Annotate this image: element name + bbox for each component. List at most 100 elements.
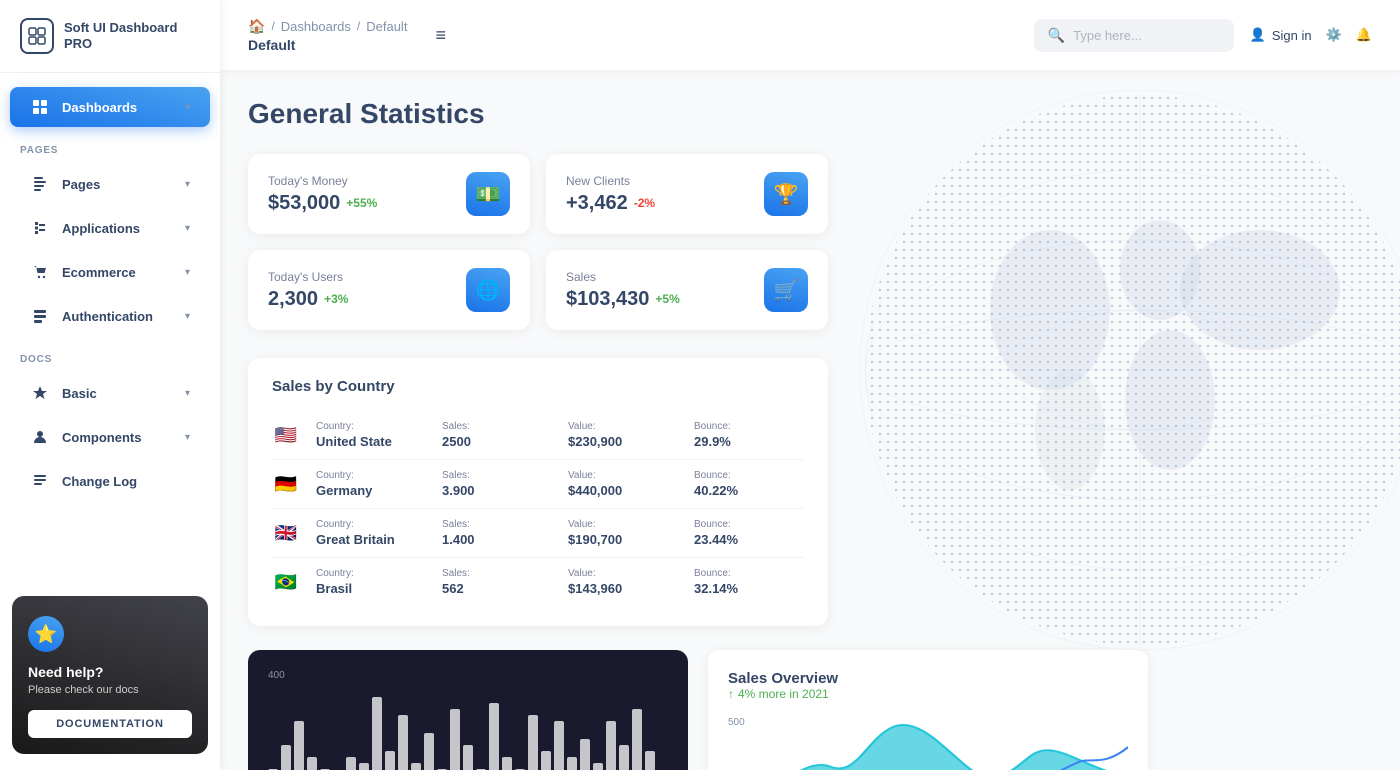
- breadcrumb-current-top: Default: [366, 19, 407, 34]
- charts-row: 400 200 0 Sales Overview ↑ 4% more in 20…: [248, 650, 1148, 770]
- globe-decoration: [780, 70, 1400, 720]
- sidebar-item-ecommerce-label: Ecommerce: [62, 265, 173, 280]
- notifications-button[interactable]: 🔔: [1356, 27, 1372, 43]
- bar-chart-bar: [567, 757, 577, 770]
- sales-country-title: Sales by Country: [272, 378, 804, 395]
- search-input[interactable]: [1073, 28, 1220, 43]
- stat-clients-value: +3,462 -2%: [566, 192, 655, 215]
- country-col-bounce-gb: Bounce: 23.44%: [694, 519, 804, 547]
- main-area: 🏠 / Dashboards / Default Default ≡ 🔍 👤 S…: [220, 0, 1400, 770]
- header: 🏠 / Dashboards / Default Default ≡ 🔍 👤 S…: [220, 0, 1400, 70]
- sales-overview-title: Sales Overview: [728, 670, 1128, 687]
- line-chart-svg-area: [757, 717, 1128, 770]
- stat-users-label: Today's Users: [268, 270, 348, 284]
- applications-arrow: ▾: [185, 223, 190, 234]
- basic-icon: [30, 383, 50, 403]
- country-col-value-de: Value: $440,000: [568, 470, 678, 498]
- sidebar-item-changelog[interactable]: Change Log: [10, 461, 210, 501]
- pages-icon: [30, 174, 50, 194]
- settings-button[interactable]: ⚙️: [1326, 27, 1342, 43]
- changelog-icon: [30, 471, 50, 491]
- breadcrumb-dashboards[interactable]: Dashboards: [281, 19, 351, 34]
- help-subtitle: Please check our docs: [28, 684, 192, 696]
- ecommerce-arrow: ▾: [185, 267, 190, 278]
- sidebar-item-applications-label: Applications: [62, 221, 173, 236]
- sidebar-item-authentication[interactable]: Authentication ▾: [10, 296, 210, 336]
- components-icon: [30, 427, 50, 447]
- search-icon: 🔍: [1048, 27, 1065, 44]
- stat-sales-label: Sales: [566, 270, 680, 284]
- sidebar-item-basic[interactable]: Basic ▾: [10, 373, 210, 413]
- stat-card-users: Today's Users 2,300 +3% 🌐: [248, 250, 530, 330]
- bar-chart-bar: [541, 751, 551, 770]
- sidebar: Soft UI Dashboard PRO Dashboards ▾ Pages…: [0, 0, 220, 770]
- country-col-sales-us: Sales: 2500: [442, 421, 552, 449]
- components-arrow: ▾: [185, 432, 190, 443]
- bar-chart-bar: [398, 715, 408, 770]
- breadcrumb: 🏠 / Dashboards / Default: [248, 18, 407, 35]
- bar-chart-bar: [632, 709, 642, 770]
- stat-clients-label: New Clients: [566, 174, 655, 188]
- sidebar-section-docs: Docs: [0, 338, 220, 371]
- sales-by-country-card: Sales by Country 🇺🇸 Country: United Stat…: [248, 358, 828, 626]
- country-col-sales-br: Sales: 562: [442, 568, 552, 596]
- bar-chart-bar: [411, 763, 421, 770]
- country-col-value-us: Value: $230,900: [568, 421, 678, 449]
- sidebar-item-basic-label: Basic: [62, 386, 173, 401]
- country-col-country-br: Country: Brasil: [316, 568, 426, 596]
- authentication-arrow: ▾: [185, 311, 190, 322]
- bar-chart-bar: [645, 751, 655, 770]
- de-flag: 🇩🇪: [272, 474, 300, 494]
- stat-card-money: Today's Money $53,000 +55% 💵: [248, 154, 530, 234]
- us-flag: 🇺🇸: [272, 425, 300, 445]
- pages-arrow: ▾: [185, 179, 190, 190]
- bar-chart-bar: [463, 745, 473, 770]
- search-box: 🔍: [1034, 19, 1234, 52]
- trend-up-icon: ↑: [728, 687, 734, 701]
- sidebar-item-components[interactable]: Components ▾: [10, 417, 210, 457]
- country-row-br: 🇧🇷 Country: Brasil Sales: 562 Value: $14…: [272, 558, 804, 606]
- user-icon: 👤: [1250, 27, 1266, 43]
- stat-money-label: Today's Money: [268, 174, 377, 188]
- stat-clients-change: -2%: [634, 196, 655, 210]
- country-col-sales-gb: Sales: 1.400: [442, 519, 552, 547]
- bar-chart-bar: [593, 763, 603, 770]
- sidebar-item-applications[interactable]: Applications ▾: [10, 208, 210, 248]
- sidebar-item-pages-label: Pages: [62, 177, 173, 192]
- sidebar-item-ecommerce[interactable]: Ecommerce ▾: [10, 252, 210, 292]
- br-flag: 🇧🇷: [272, 572, 300, 592]
- sidebar-section-pages: Pages: [0, 129, 220, 162]
- sidebar-item-pages[interactable]: Pages ▾: [10, 164, 210, 204]
- bar-chart-bars: [268, 691, 668, 770]
- content-area: General Statistics Today's Money $53,000…: [220, 70, 1400, 770]
- bar-chart-bar: [606, 721, 616, 770]
- settings-icon: ⚙️: [1326, 27, 1342, 43]
- breadcrumb-home[interactable]: 🏠: [248, 18, 265, 35]
- logo-icon: [20, 18, 54, 54]
- breadcrumb-page-title: Default: [248, 37, 407, 53]
- bar-chart-bar: [528, 715, 538, 770]
- stat-card-clients: New Clients +3,462 -2% 🏆: [546, 154, 828, 234]
- stat-money-value: $53,000 +55%: [268, 192, 377, 215]
- help-box: ⭐ Need help? Please check our docs DOCUM…: [12, 596, 208, 754]
- authentication-icon: [30, 306, 50, 326]
- documentation-button[interactable]: DOCUMENTATION: [28, 710, 192, 738]
- bar-chart-bar: [359, 763, 369, 770]
- help-star-icon: ⭐: [28, 616, 64, 652]
- bar-chart-bar: [489, 703, 499, 770]
- country-col-bounce-br: Bounce: 32.14%: [694, 568, 804, 596]
- bar-chart-bar: [385, 751, 395, 770]
- hamburger-menu-icon[interactable]: ≡: [435, 25, 446, 46]
- stat-users-icon: 🌐: [466, 268, 510, 312]
- stat-card-sales: Sales $103,430 +5% 🛒: [546, 250, 828, 330]
- breadcrumb-wrap: 🏠 / Dashboards / Default Default: [248, 18, 407, 53]
- sidebar-item-dashboards[interactable]: Dashboards ▾: [10, 87, 210, 127]
- country-col-sales-de: Sales: 3.900: [442, 470, 552, 498]
- bar-chart-bar: [307, 757, 317, 770]
- breadcrumb-sep2: /: [357, 19, 360, 33]
- sidebar-item-authentication-label: Authentication: [62, 309, 173, 324]
- sign-in-button[interactable]: 👤 Sign in: [1250, 27, 1312, 43]
- country-col-country-de: Country: Germany: [316, 470, 426, 498]
- sidebar-item-components-label: Components: [62, 430, 173, 445]
- stat-clients-icon: 🏆: [764, 172, 808, 216]
